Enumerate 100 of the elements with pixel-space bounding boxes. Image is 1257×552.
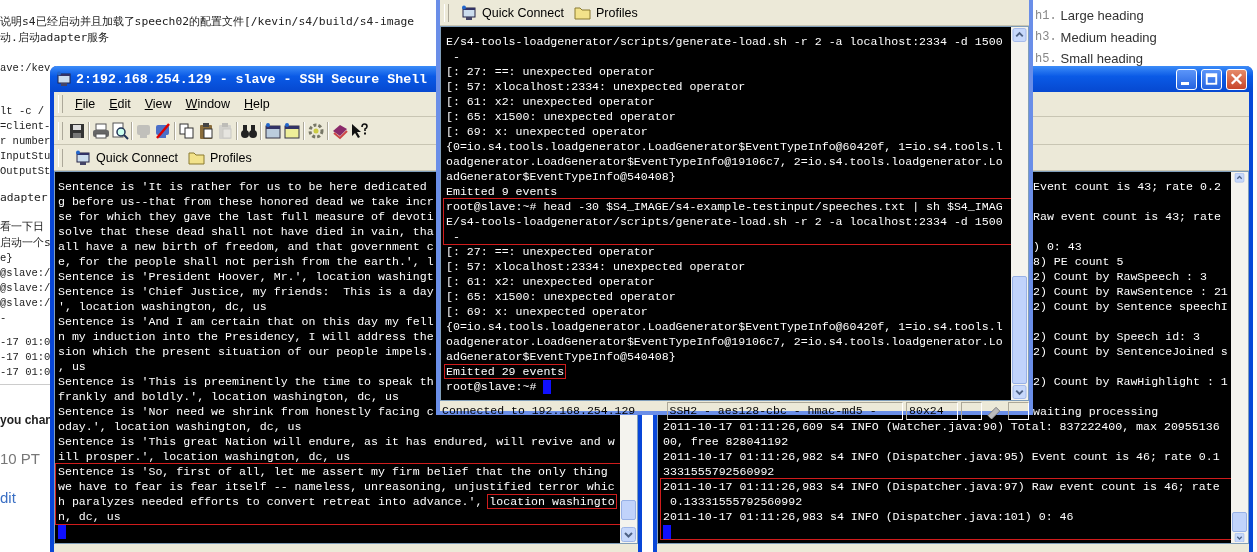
menu-item[interactable]: Help: [238, 95, 276, 113]
terminal-line: 3331555792560992: [663, 464, 775, 479]
terminal-line: Sentence is 'So, first of all, let me assert my firm belief that the only thing: [58, 464, 608, 479]
page-text: 看一下日: [0, 219, 44, 235]
scroll-down-icon[interactable]: [1012, 385, 1027, 399]
terminal-line: root@slave:~# head -30 $S4_IMAGE/s4-example-testinput/speeches.txt | sh $S4_IMAG: [446, 199, 1003, 214]
page-magnifier-icon[interactable]: [111, 121, 129, 140]
terminal-line: Sentence is 'This great Nation will endure, as it has endured, will revive and w: [58, 434, 615, 449]
heading-example: Large heading: [1060, 8, 1144, 24]
menu-item[interactable]: Edit: [103, 95, 137, 113]
window-title: 2:192.168.254.129 - slave - SSH Secure Shell: [76, 71, 428, 87]
terminal-line: oadgenerator.LoadGenerator$EventTypeInfo@19106c7, 2=io.s4.tools.loadgenerator.Lo: [446, 334, 1003, 349]
terminal-line: , us: [58, 359, 86, 374]
terminal-line: [: 69: x: unexpected operator: [446, 124, 648, 139]
minimize-icon: [1180, 81, 1189, 85]
terminal-line: [: 57: xlocalhost:2334: unexpected operator: [446, 79, 746, 94]
link[interactable]: dit: [0, 489, 16, 506]
scroll-thumb[interactable]: [1232, 511, 1247, 532]
terminal-line: Emitted 9 events: [446, 184, 558, 199]
status-text: 80x24: [906, 402, 959, 420]
terminal-line: sion which the present situation of our people impels.: [58, 344, 434, 359]
scroll-up-icon[interactable]: [1012, 28, 1027, 42]
close-button[interactable]: [1226, 68, 1247, 90]
terminal-line: -: [451, 229, 460, 244]
terminal-line: 2011-10-17 01:11:26,982 s4 INFO (Dispatcher.java:95) Event count is 46; rate 0.1: [663, 449, 1220, 464]
terminal-line: ) 0: 43: [1033, 239, 1082, 254]
text-cursor: [543, 380, 552, 394]
scroll-thumb[interactable]: [1012, 276, 1027, 384]
terminal-line: Sentence is 'President Hoover, Mr.', location washingt: [58, 269, 434, 284]
printer-icon[interactable]: [92, 121, 110, 140]
folder-icon: [574, 5, 591, 20]
terminal-line: Raw event count is 43; rate: [1033, 209, 1221, 224]
terminal-line: oadgenerator.LoadGenerator$EventTypeInfo@19106c7, 2=io.s4.tools.loadgenerator.Lo: [446, 154, 1003, 169]
profiles-button[interactable]: Profiles: [186, 150, 254, 165]
gear-icon[interactable]: [307, 121, 325, 140]
pointer-question-icon[interactable]: [350, 121, 368, 140]
terminal-line: [: 65: x1500: unexpected operator: [446, 109, 676, 124]
quick-connect-button[interactable]: Quick Connect: [73, 149, 180, 166]
page-text: adapter: [0, 190, 48, 206]
page-text: @slave:/: [0, 266, 51, 281]
terminal-window-icon[interactable]: [264, 121, 282, 140]
terminal-line: waiting processing: [1033, 404, 1159, 419]
scroll-down-icon[interactable]: [1232, 532, 1247, 542]
terminal-line: 2) Count by Sentence speechI: [1033, 299, 1228, 314]
terminal-line: e, for the people shall not perish from the earth.', l: [58, 254, 434, 269]
scrollbar[interactable]: [1011, 27, 1028, 400]
terminal-line: Sentence is 'Chief Justice, my friends: This is a day: [58, 284, 434, 299]
heading-tag: h5.: [1035, 51, 1057, 66]
page-text: @slave:/: [0, 296, 51, 311]
text-cursor: [58, 525, 66, 539]
menu-item[interactable]: View: [138, 95, 178, 113]
page-text: @slave:/: [0, 281, 51, 296]
terminal-line: g before us--that from these honored dead we take incr: [58, 194, 434, 209]
scroll-thumb[interactable]: [621, 500, 636, 520]
clipboard-icon[interactable]: [197, 121, 215, 140]
terminal-line: 2011-10-17 01:11:26,983 s4 INFO (Dispatcher.java:101) 0: 46: [663, 509, 1074, 524]
copy-icon[interactable]: [178, 121, 196, 140]
page-text: 启动一个s: [0, 235, 51, 251]
terminal-line: Sentence is 'This is preeminently the time to speak th: [58, 374, 434, 389]
quick-connect-button[interactable]: Quick Connect: [459, 4, 566, 21]
profiles-button[interactable]: Profiles: [572, 5, 640, 20]
terminal-line: [: 61: x2: unexpected operator: [446, 274, 655, 289]
heading-example: Medium heading: [1060, 29, 1157, 45]
page-text: -17 01:0: [0, 335, 51, 350]
terminal-line: 2011-10-17 01:11:26,609 s4 INFO (Watcher.java:90) Total: 837222400, max 20955136: [663, 419, 1220, 434]
terminal-line: E/s4-tools-loadgenerator/scripts/generate-load.sh -r 2 -a localhost:2334 -d 1500: [446, 34, 1003, 49]
terminal-line: n my induction into the Presidency, I will address the: [58, 329, 434, 344]
terminal-line: {0=io.s4.tools.loadgenerator.LoadGenerator$EventTypeInfo@60420f, 1=io.s4.tools.l: [446, 319, 1003, 334]
terminal-line: Sentence is 'It is rather for us to be here dedicated: [58, 179, 427, 194]
terminal-line: all have a new birth of freedom, and that government c: [58, 239, 434, 254]
page-text: -17 01:0: [0, 365, 51, 380]
page-text: OutputSt: [0, 164, 51, 179]
terminal-line: oday.', location washington, dc, us: [58, 419, 302, 434]
terminal-line: 2) Count by RawSentence : 21: [1033, 284, 1228, 299]
monitor-slash-icon[interactable]: [154, 121, 172, 140]
terminal-line: h paralyzes needed efforts to convert retreat into advance.',: [58, 494, 484, 509]
page-text: 动.启动adapter服务: [0, 30, 110, 46]
menu-item[interactable]: File: [69, 95, 102, 113]
scroll-up-icon[interactable]: [1232, 173, 1247, 183]
scroll-down-icon[interactable]: [621, 527, 636, 542]
status-text: Connected to 192.168.254.129: [441, 403, 637, 419]
terminal-line: 2) Count by RawSpeech : 3: [1033, 269, 1207, 284]
terminal-line: [: 27: ==: unexpected operator: [446, 64, 655, 79]
menu-item[interactable]: Window: [179, 95, 237, 113]
page-text: ave:/kev: [0, 61, 51, 76]
page-text: InputStu: [0, 149, 51, 164]
maximize-button[interactable]: [1201, 68, 1222, 90]
page-text: 说明s4已经启动并且加载了speech02的配置文件[/kevin/s4/build/s4-image: [0, 14, 415, 30]
status-pane: [1008, 402, 1029, 420]
minimize-button[interactable]: [1176, 68, 1197, 90]
scrollbar[interactable]: [1231, 172, 1248, 543]
page-text: 10 PT: [0, 450, 41, 467]
highlighted-text: Emitted 29 events: [444, 364, 567, 379]
page-text: =client-: [0, 119, 51, 134]
terminal-line: 2) Count by SentenceJoined s: [1033, 344, 1228, 359]
terminal-line: ill prosper.', location washington, dc, us: [58, 449, 351, 464]
terminal-line: [: 69: x: unexpected operator: [446, 304, 648, 319]
file-window-icon[interactable]: [283, 121, 301, 140]
terminal-line: 8) PE count 5: [1033, 254, 1124, 269]
terminal-line: -: [451, 49, 460, 64]
